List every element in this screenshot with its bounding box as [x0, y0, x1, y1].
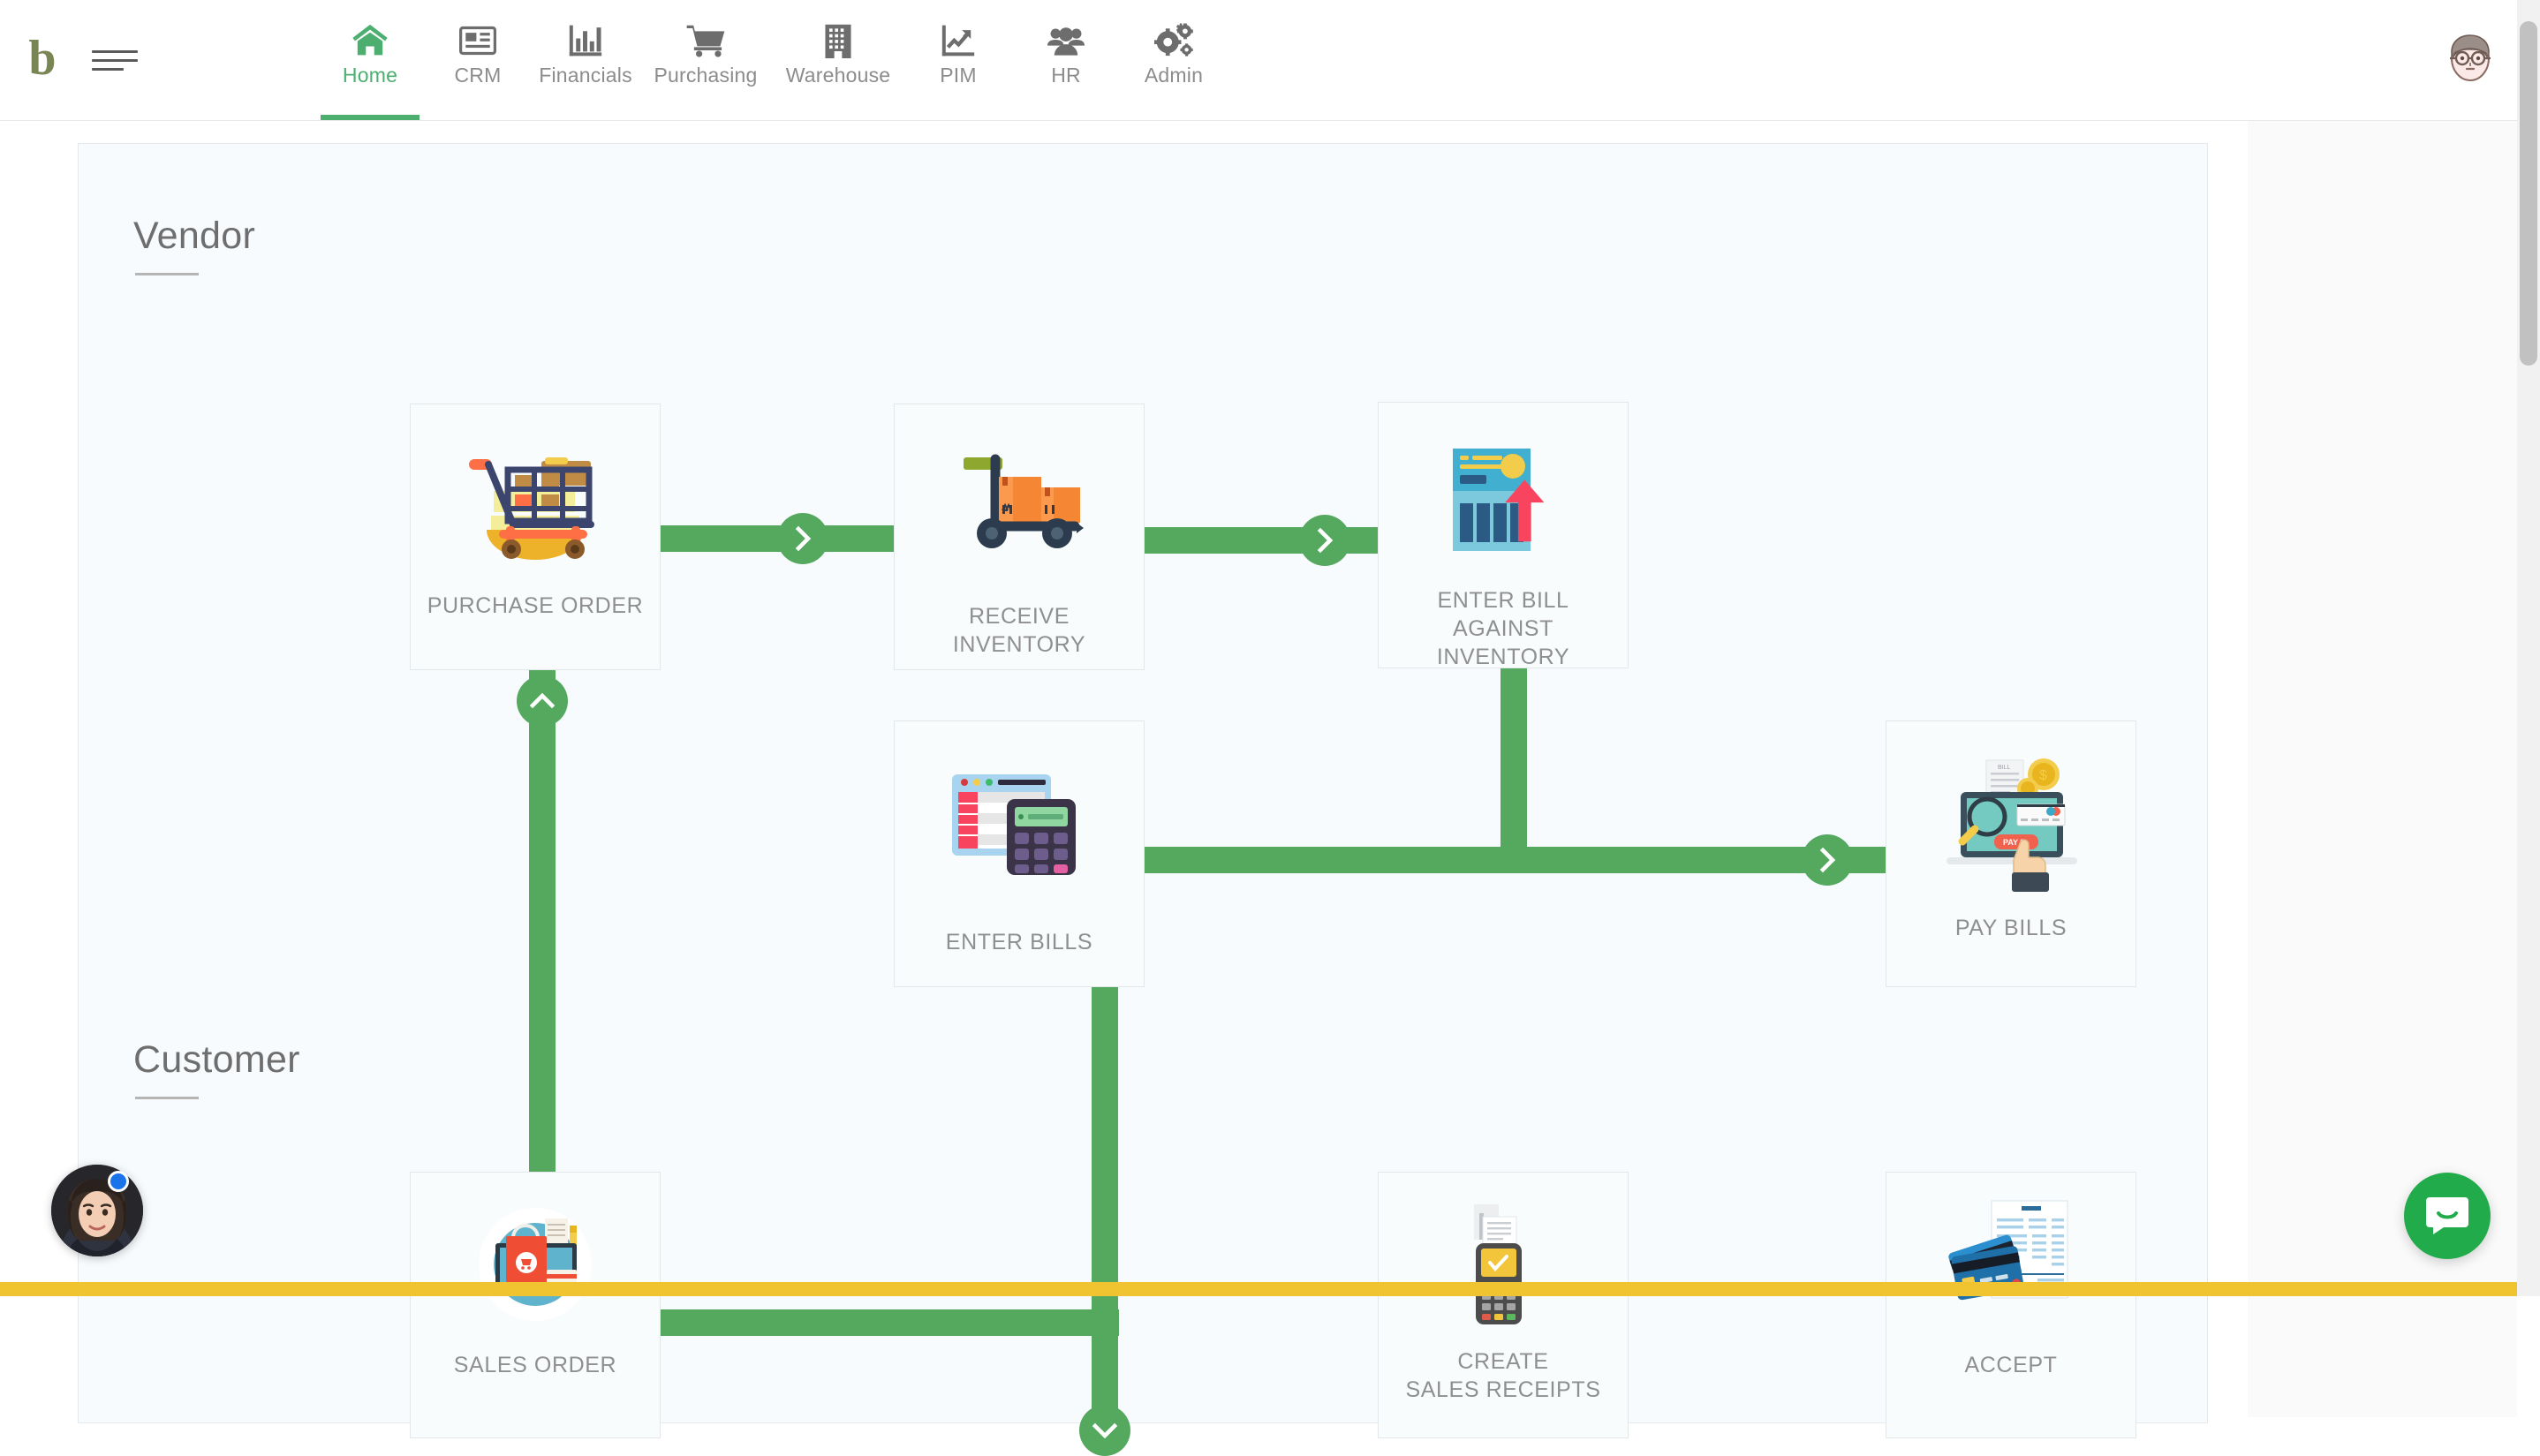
- page-content: Vendor: [0, 121, 2248, 1296]
- arrow-receive-to-enterbill[interactable]: [1299, 515, 1350, 566]
- vertical-scrollbar[interactable]: [2517, 0, 2540, 1296]
- card-accept[interactable]: ACCEPT: [1886, 1172, 2136, 1438]
- connector-enterbills-vertical: [1092, 982, 1118, 1428]
- arrow-po-to-receive[interactable]: [777, 513, 828, 564]
- users-icon: [1047, 21, 1085, 60]
- page-scroll-area[interactable]: Vendor: [0, 121, 2540, 1296]
- connector-enterbill-down: [1501, 665, 1527, 861]
- section-label: Customer: [133, 1038, 300, 1081]
- section-label: Vendor: [133, 215, 255, 257]
- card-pay-bills[interactable]: BILL $: [1886, 720, 2136, 987]
- top-navigation-bar: b Home CRM: [0, 0, 2540, 121]
- card-sales-order[interactable]: SALES ORDER: [410, 1172, 661, 1438]
- nav-label-hr: HR: [1051, 64, 1081, 87]
- nav-item-pim[interactable]: PIM: [904, 0, 1012, 120]
- user-avatar-icon: [2443, 29, 2498, 92]
- nav-label-crm: CRM: [455, 64, 502, 87]
- support-agent-avatar[interactable]: [51, 1165, 143, 1256]
- workflow-panel: Vendor: [78, 143, 2208, 1423]
- nav-item-purchasing[interactable]: Purchasing: [639, 0, 772, 120]
- card-label: SALES ORDER: [447, 1351, 624, 1379]
- building-icon: [823, 21, 853, 60]
- section-title-underline: [135, 1097, 199, 1099]
- nav-item-financials[interactable]: Financials: [532, 0, 639, 120]
- chevron-right-icon: [1816, 847, 1839, 873]
- hamburger-bar: [92, 50, 138, 53]
- card-create-sales-receipts[interactable]: CREATE SALES RECEIPTS: [1378, 1172, 1629, 1438]
- scrollbar-thumb[interactable]: [2520, 21, 2537, 366]
- chevron-right-icon: [1313, 527, 1336, 554]
- gears-icon: [1154, 21, 1193, 60]
- laptop-payment-illustration: BILL $: [1936, 753, 2086, 894]
- line-chart-icon: [941, 21, 976, 60]
- svg-text:$: $: [2039, 768, 2047, 783]
- svg-text:BILL: BILL: [1998, 765, 2011, 771]
- shopping-bag-laptop-illustration: [464, 1199, 607, 1332]
- nav-items: Home CRM: [316, 0, 1228, 120]
- logo-letter: b: [28, 34, 56, 87]
- nav-item-admin[interactable]: Admin: [1120, 0, 1228, 120]
- support-online-status-badge: [108, 1171, 129, 1192]
- user-avatar-button[interactable]: [2443, 0, 2498, 121]
- card-label: ACCEPT: [1957, 1351, 2064, 1379]
- section-title-underline: [135, 273, 199, 275]
- card-receive-inventory[interactable]: RECEIVE INVENTORY: [894, 404, 1145, 670]
- card-enter-bill-against-inventory[interactable]: ENTER BILL AGAINST INVENTORY: [1378, 402, 1629, 668]
- nav-item-warehouse[interactable]: Warehouse: [772, 0, 904, 120]
- arrow-enterbills-down[interactable]: [1079, 1405, 1130, 1456]
- card-label: PURCHASE ORDER: [420, 592, 651, 620]
- newspaper-icon: [459, 21, 496, 60]
- hamburger-bar: [92, 59, 138, 62]
- section-title-customer: Customer: [133, 1038, 300, 1082]
- nav-label-warehouse: Warehouse: [786, 64, 891, 87]
- nav-label-pim: PIM: [940, 64, 977, 87]
- bar-chart-icon: [568, 21, 603, 60]
- nav-item-home[interactable]: Home: [316, 0, 424, 120]
- hamburger-menu-icon[interactable]: [85, 0, 159, 120]
- calculator-spreadsheet-illustration: [949, 769, 1090, 884]
- section-title-vendor: Vendor: [133, 215, 255, 258]
- nav-label-purchasing: Purchasing: [654, 64, 757, 87]
- shopping-cart-icon: [685, 21, 726, 60]
- card-label: ENTER BILLS: [939, 928, 1100, 956]
- connector-salesorder-row: [660, 1309, 1119, 1336]
- nav-item-hr[interactable]: HR: [1012, 0, 1120, 120]
- nav-item-crm[interactable]: CRM: [424, 0, 532, 120]
- active-tab-indicator: [321, 115, 420, 120]
- shopping-cart-illustration: [460, 438, 610, 570]
- nav-label-home: Home: [343, 64, 397, 87]
- bottom-progress-bar: [0, 1282, 2540, 1296]
- chevron-down-icon: [1092, 1419, 1118, 1442]
- hand-truck-illustration: [944, 447, 1094, 562]
- nav-label-financials: Financials: [539, 64, 632, 87]
- pos-terminal-illustration: [1437, 1197, 1569, 1330]
- card-purchase-order[interactable]: PURCHASE ORDER: [410, 404, 661, 670]
- card-label: ENTER BILL AGAINST INVENTORY: [1379, 586, 1628, 671]
- chat-launcher-button[interactable]: [2404, 1173, 2491, 1259]
- card-label: RECEIVE INVENTORY: [895, 602, 1144, 659]
- card-label: CREATE SALES RECEIPTS: [1399, 1347, 1608, 1404]
- invoice-arrow-illustration: [1437, 440, 1569, 563]
- card-label: PAY BILLS: [1948, 914, 2074, 942]
- arrow-to-paybills[interactable]: [1802, 834, 1853, 886]
- arrow-po-up[interactable]: [517, 675, 568, 727]
- chevron-right-icon: [791, 525, 814, 552]
- app-logo[interactable]: b: [0, 0, 85, 120]
- chat-bubble-icon: [2424, 1192, 2470, 1241]
- hamburger-bar: [92, 68, 124, 71]
- card-enter-bills[interactable]: ENTER BILLS: [894, 720, 1145, 987]
- chevron-up-icon: [529, 690, 556, 713]
- credit-cards-invoice-illustration: [1940, 1196, 2082, 1328]
- nav-label-admin: Admin: [1145, 64, 1203, 87]
- home-icon: [351, 21, 389, 60]
